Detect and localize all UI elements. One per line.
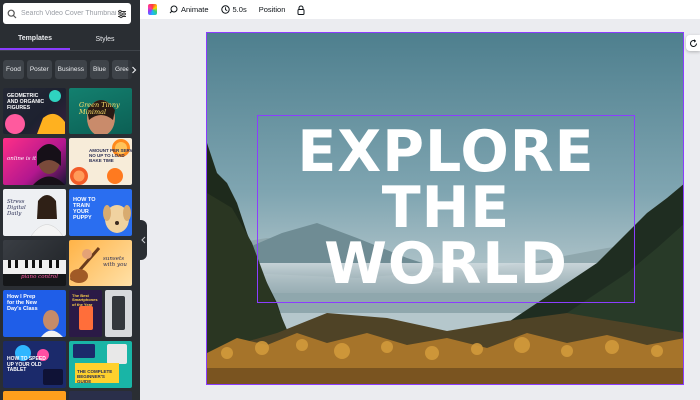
animate-icon — [169, 5, 178, 14]
collapse-panel-button[interactable] — [140, 220, 147, 260]
template-thumbnail[interactable]: GEOMETRIC AND ORGANIC FIGURES — [3, 88, 66, 134]
animate-button[interactable]: Animate — [169, 5, 209, 14]
template-thumbnail[interactable]: sunsets with you — [69, 240, 132, 286]
template-thumbnail[interactable]: THE COMPLETE BEGINNER'S GUIDE — [69, 341, 132, 388]
position-label: Position — [258, 5, 286, 14]
chip-food[interactable]: Food — [3, 60, 24, 79]
template-title: AMOUNT PER SERVING NO UP TO LOAD BAKE TI… — [89, 148, 132, 164]
template-title: sunsets with you — [103, 256, 127, 269]
chevron-left-icon — [141, 236, 146, 244]
template-title: The Best Smartphones of the Year — [72, 293, 98, 307]
editor-toolbar: Animate 5.0s Position — [140, 0, 700, 19]
duration-label: 5.0s — [232, 5, 247, 14]
template-thumbnail[interactable]: HOW TO SPEED UP YOUR OLD TABLET — [3, 341, 66, 388]
position-button[interactable]: Position — [259, 5, 286, 14]
template-thumbnail[interactable]: online is it — [3, 138, 66, 185]
template-title: THE COMPLETE BEGINNER'S GUIDE — [77, 369, 113, 385]
template-thumbnail[interactable] — [3, 391, 66, 400]
design-page[interactable]: EXPLORE THE WORLD — [206, 32, 684, 385]
template-thumbnail[interactable]: Green Tinny Minimal — [69, 88, 132, 134]
template-thumbnail[interactable]: The Best Smartphones of the Year — [69, 290, 102, 337]
template-thumbnail[interactable]: AMOUNT PER SERVING NO UP TO LOAD BAKE TI… — [69, 138, 132, 185]
tab-templates[interactable]: Templates — [0, 28, 70, 50]
search-icon — [7, 9, 17, 19]
lock-button[interactable] — [297, 5, 306, 15]
rotate-icon — [689, 38, 697, 47]
headline-text[interactable]: EXPLORE THE WORLD — [297, 124, 594, 293]
side-panel: Search Video Cover Thumbnail tem Templat… — [0, 0, 140, 400]
filter-icon[interactable] — [117, 9, 127, 19]
rotate-button[interactable] — [686, 35, 700, 51]
clock-icon — [220, 5, 230, 14]
template-title: Stress Digital Daily — [7, 199, 26, 218]
chip-business[interactable]: Business — [54, 60, 87, 79]
template-thumbnail[interactable]: piano control — [3, 240, 66, 286]
template-thumbnail[interactable]: Stress Digital Daily — [3, 189, 66, 236]
chip-poster[interactable]: Poster — [26, 60, 52, 79]
lock-icon — [297, 5, 306, 15]
category-chips: Food Poster Business Blue Gree — [3, 60, 133, 79]
template-title: online is it — [7, 156, 37, 162]
panel-tabs: Templates Styles — [0, 28, 140, 50]
template-title: HOW TO TRAIN YOUR PUPPY — [73, 197, 96, 222]
headline-textbox[interactable]: EXPLORE THE WORLD — [257, 115, 635, 303]
template-thumbnail[interactable] — [105, 290, 132, 337]
tab-styles[interactable]: Styles — [70, 28, 140, 50]
tabs-divider — [0, 50, 140, 51]
chevron-right-icon[interactable] — [128, 60, 140, 79]
template-title: HOW TO SPEED UP YOUR OLD TABLET — [7, 356, 46, 374]
search-input[interactable]: Search Video Cover Thumbnail tem — [21, 10, 117, 17]
template-thumbnail[interactable]: HOW TO TRAIN YOUR PUPPY — [69, 189, 132, 236]
template-thumbnail[interactable] — [69, 391, 132, 400]
template-search[interactable]: Search Video Cover Thumbnail tem — [3, 3, 131, 24]
template-title: piano control — [21, 274, 59, 280]
chip-blue[interactable]: Blue — [90, 60, 110, 79]
template-title: GEOMETRIC AND ORGANIC FIGURES — [7, 93, 45, 111]
template-title: Green Tinny Minimal — [79, 101, 120, 117]
template-thumbnail[interactable]: How I Prep for the New Day's Class — [3, 290, 66, 337]
color-palette-icon[interactable] — [148, 4, 157, 15]
person-photo — [41, 310, 63, 337]
device-photo — [112, 296, 125, 330]
animate-label: Animate — [181, 5, 209, 14]
duration-button[interactable]: 5.0s — [220, 5, 247, 14]
